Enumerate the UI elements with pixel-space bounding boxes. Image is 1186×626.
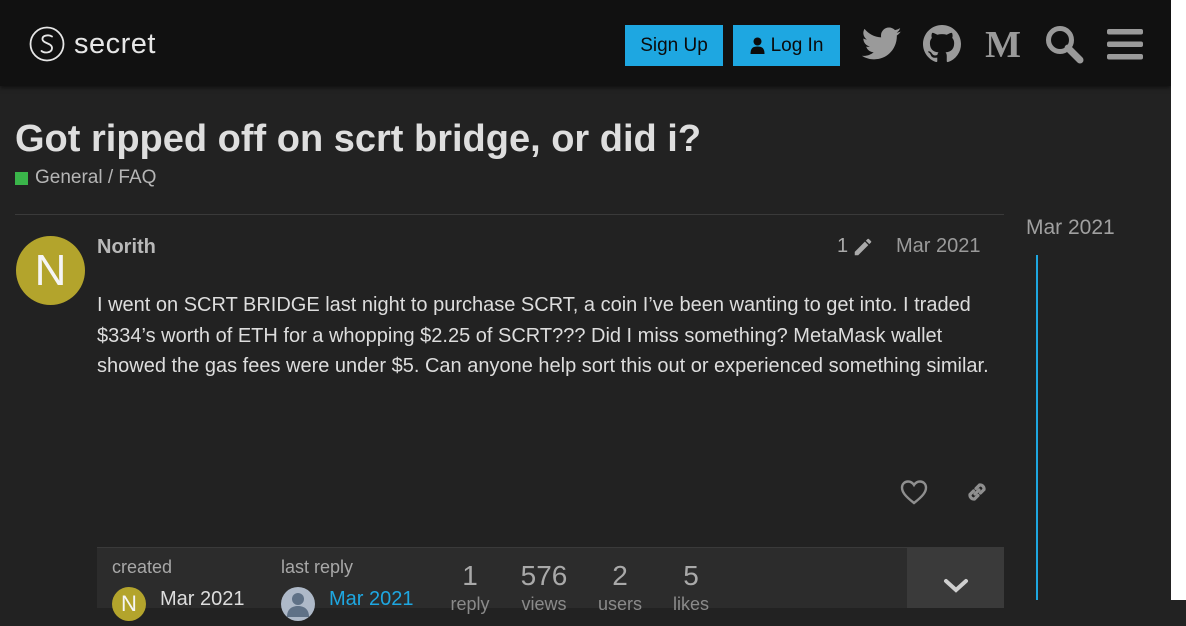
topic-title[interactable]: Got ripped off on scrt bridge, or did i? <box>15 118 701 161</box>
edit-history-button[interactable]: 1 <box>837 235 874 258</box>
svg-text:M: M <box>985 27 1021 61</box>
edit-count: 1 <box>837 235 849 257</box>
user-avatar-icon <box>287 593 309 617</box>
stat-value: 5 <box>683 560 699 591</box>
sign-up-button[interactable]: Sign Up <box>625 25 723 66</box>
github-link[interactable] <box>921 24 963 64</box>
page-scrollbar[interactable] <box>1171 0 1186 600</box>
avatar[interactable]: N <box>112 587 146 621</box>
post-username[interactable]: Norith <box>97 236 156 259</box>
brand-name: secret <box>74 27 156 60</box>
stat-value: 1 <box>462 560 478 591</box>
stat-label: likes <box>672 594 709 614</box>
log-in-button[interactable]: Log In <box>733 25 840 66</box>
post-body: I went on SCRT BRIDGE last night to purc… <box>97 294 989 377</box>
category-color-square <box>15 171 28 185</box>
pencil-icon <box>854 238 872 255</box>
replies-stat: 1 reply <box>440 560 500 615</box>
post-date[interactable]: Mar 2021 <box>896 235 981 258</box>
user-icon <box>750 37 765 54</box>
stat-value: 2 <box>612 560 628 591</box>
topic-map: created N Mar 2021 last reply Mar 2021 1… <box>97 547 1004 621</box>
chevron-down-icon <box>943 579 968 593</box>
github-icon <box>923 25 961 63</box>
like-button[interactable] <box>896 474 932 510</box>
last-reply-label: last reply <box>281 557 354 577</box>
category-name: General / FAQ <box>35 167 157 188</box>
medium-link[interactable]: M <box>982 24 1024 64</box>
category-badge[interactable]: General / FAQ <box>15 167 156 189</box>
stat-label: views <box>521 594 567 614</box>
site-logo[interactable]: secret <box>29 24 156 64</box>
divider <box>15 214 1004 215</box>
search-button[interactable] <box>1043 24 1085 64</box>
twitter-icon <box>862 27 902 60</box>
created-label: created <box>112 557 173 577</box>
timeline-scroll-bar[interactable] <box>1036 255 1038 600</box>
twitter-link[interactable] <box>861 24 903 64</box>
timeline-date[interactable]: Mar 2021 <box>1026 216 1115 240</box>
sign-up-label: Sign Up <box>640 34 708 56</box>
log-in-label: Log In <box>770 34 824 56</box>
share-link-button[interactable] <box>959 474 995 510</box>
stat-label: reply <box>450 594 490 614</box>
stat-label: users <box>597 594 642 614</box>
avatar[interactable]: N <box>16 236 85 305</box>
likes-stat: 5 likes <box>661 560 721 615</box>
avatar[interactable] <box>281 587 315 621</box>
avatar-letter: N <box>34 245 67 295</box>
users-stat: 2 users <box>590 560 650 615</box>
link-icon <box>968 483 986 501</box>
views-stat: 576 views <box>514 560 574 615</box>
menu-button[interactable] <box>1104 24 1146 64</box>
search-icon <box>1046 26 1084 64</box>
expand-topic-map-button[interactable] <box>907 548 1004 608</box>
medium-icon: M <box>985 27 1021 61</box>
stat-value: 576 <box>520 560 568 591</box>
avatar-letter: N <box>121 591 137 616</box>
secret-logo-icon <box>29 26 65 62</box>
hamburger-menu-icon <box>1107 29 1143 60</box>
site-header: secret Sign Up Log In M <box>0 0 1171 86</box>
heart-icon <box>900 480 928 505</box>
